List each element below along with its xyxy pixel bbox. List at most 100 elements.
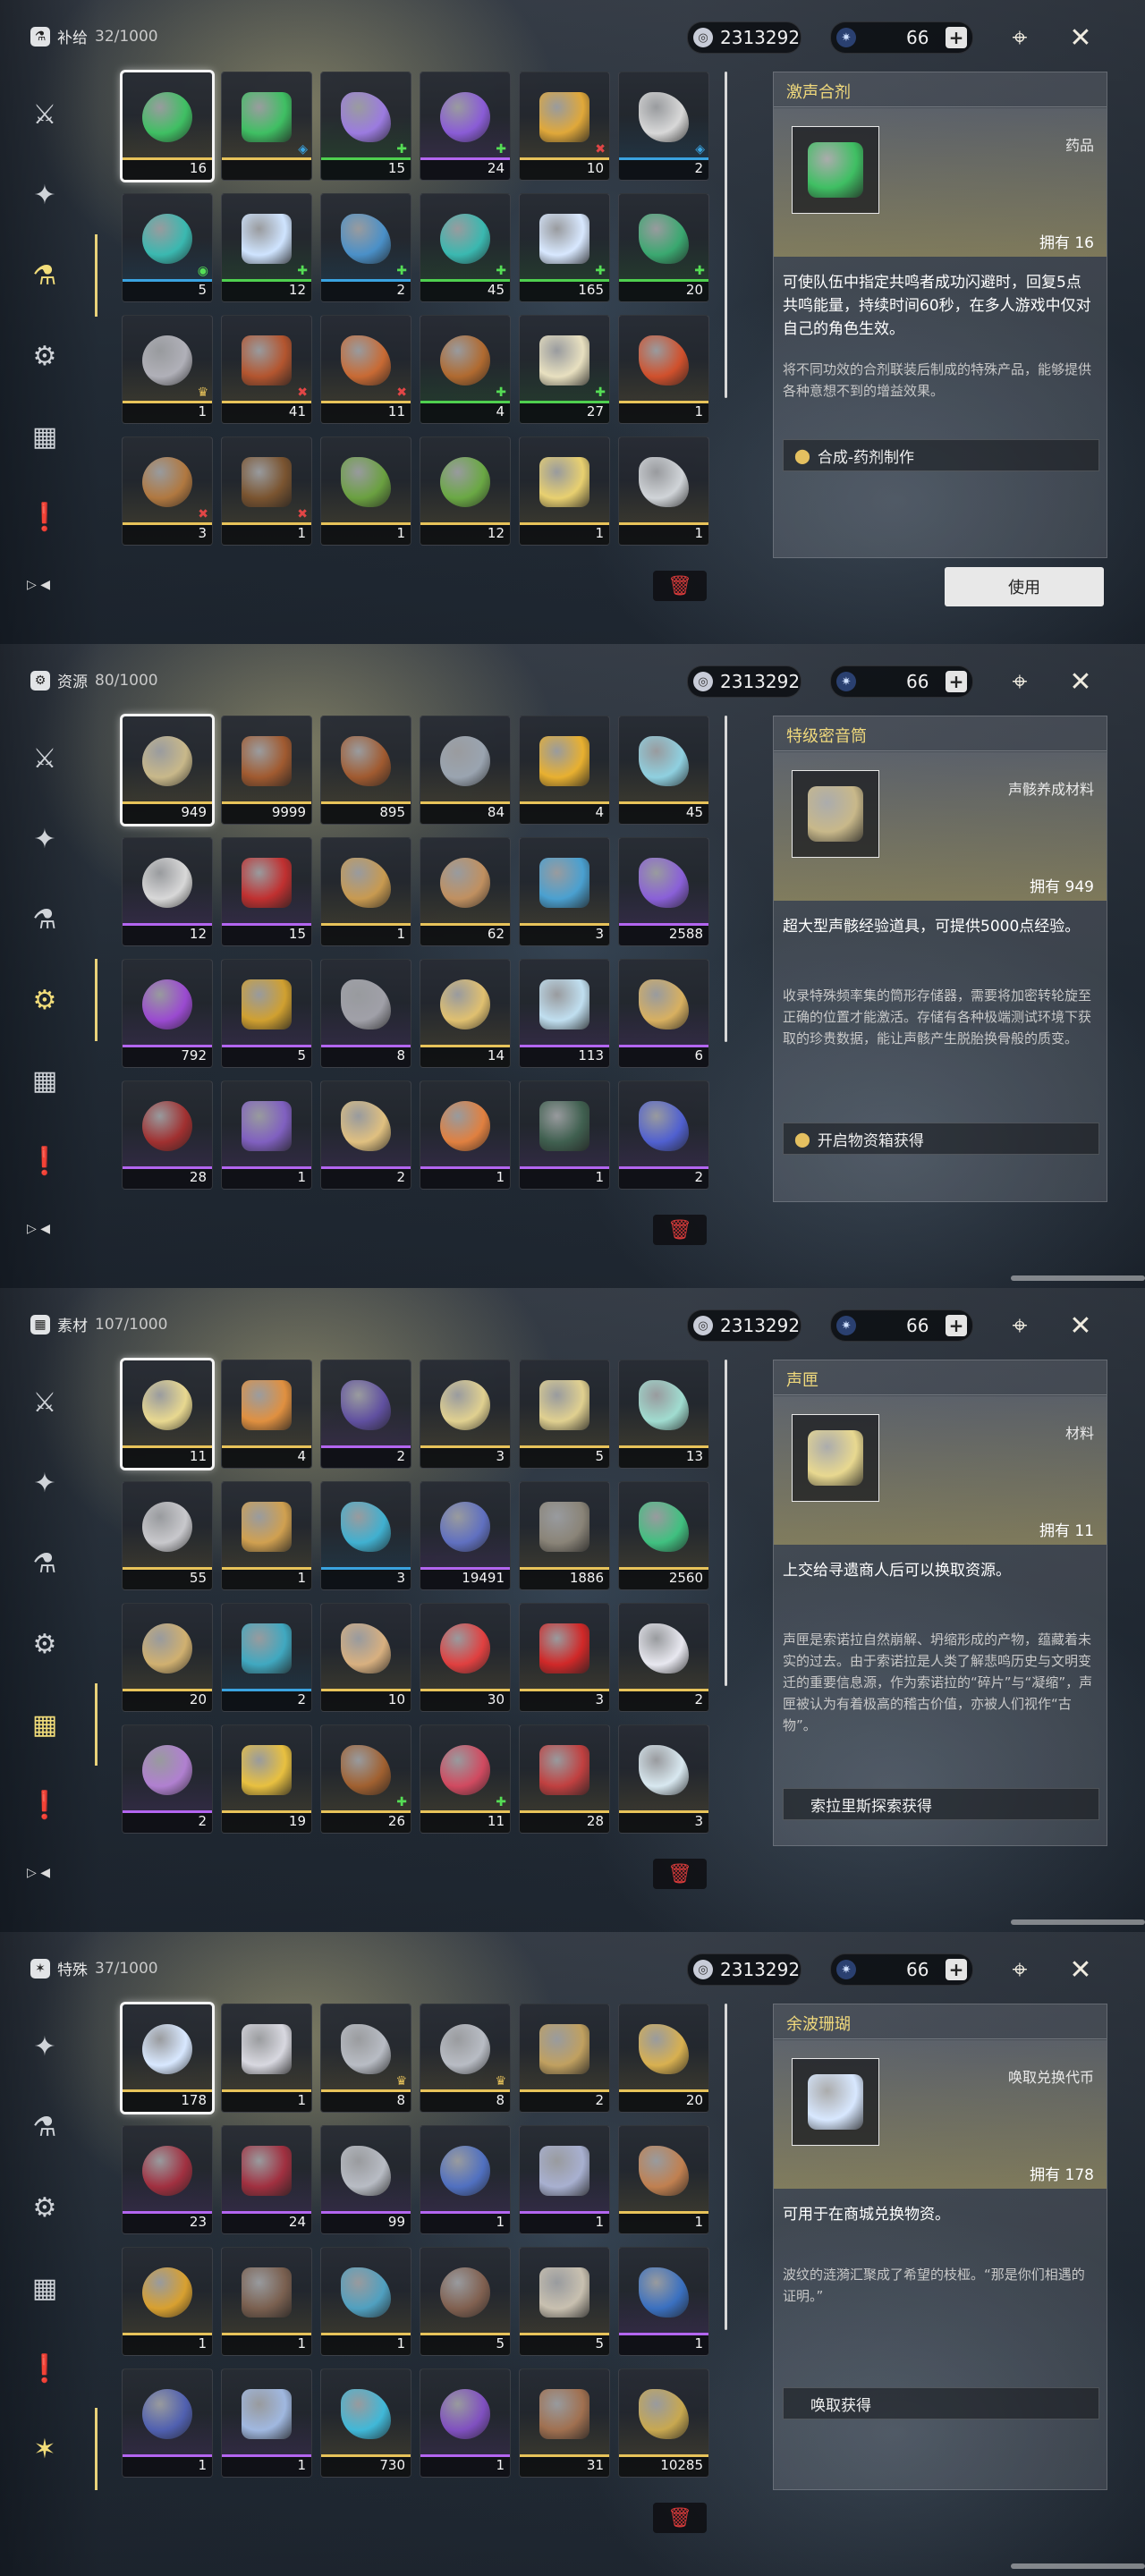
add-astrite-button[interactable]: + xyxy=(946,671,967,692)
item-slot[interactable]: 1 xyxy=(122,2368,213,2478)
item-slot[interactable]: 16 xyxy=(120,70,215,182)
item-slot[interactable]: 2 xyxy=(122,1724,213,1834)
item-slot[interactable]: 1 xyxy=(618,315,709,424)
item-slot[interactable]: 5 xyxy=(420,2247,511,2356)
target-icon[interactable]: ⌖ xyxy=(1002,664,1038,699)
item-slot[interactable]: 1 xyxy=(519,436,610,546)
source-button[interactable]: ⬤ 合成-药剂制作 xyxy=(783,439,1099,471)
item-slot[interactable]: 113 xyxy=(519,959,610,1068)
item-slot[interactable]: 1 xyxy=(122,2247,213,2356)
sort-toggle-icon[interactable]: ▷ ◀ xyxy=(27,578,50,592)
item-slot[interactable]: 1 xyxy=(618,2125,709,2234)
item-slot[interactable]: 8 xyxy=(320,959,411,1068)
item-slot[interactable]: 30 xyxy=(420,1603,511,1712)
item-slot[interactable]: ✖ 3 xyxy=(122,436,213,546)
echo-tab-icon[interactable]: ✦ xyxy=(23,2025,66,2068)
weapon-tab-icon[interactable]: ⚔ xyxy=(23,1381,66,1424)
item-slot[interactable]: 949 xyxy=(120,714,215,826)
item-slot[interactable]: 31 xyxy=(519,2368,610,2478)
special-tab-icon[interactable]: ✶ xyxy=(23,2428,66,2470)
item-slot[interactable]: 84 xyxy=(420,716,511,825)
target-icon[interactable]: ⌖ xyxy=(1002,1308,1038,1343)
item-slot[interactable]: 45 xyxy=(618,716,709,825)
item-slot[interactable]: ◈ 2 xyxy=(618,72,709,181)
item-slot[interactable]: 10285 xyxy=(618,2368,709,2478)
grid-scrollbar[interactable] xyxy=(725,1360,727,1686)
item-slot[interactable]: 62 xyxy=(420,837,511,946)
item-slot[interactable]: 55 xyxy=(122,1481,213,1590)
item-slot[interactable]: ✚ 26 xyxy=(320,1724,411,1834)
item-slot[interactable]: 4 xyxy=(221,1360,312,1469)
item-slot[interactable]: ✖ 41 xyxy=(221,315,312,424)
item-slot[interactable]: 20 xyxy=(122,1603,213,1712)
item-slot[interactable]: ✚ 15 xyxy=(320,72,411,181)
item-slot[interactable]: 20 xyxy=(618,2004,709,2113)
close-icon[interactable]: ✕ xyxy=(1063,1308,1098,1343)
item-slot[interactable]: 2 xyxy=(618,1603,709,1712)
source-button[interactable]: 索拉里斯探索获得 xyxy=(783,1788,1099,1820)
item-slot[interactable]: ✚ 4 xyxy=(420,315,511,424)
quest-item-tab-icon[interactable]: ❗ xyxy=(23,496,66,538)
item-slot[interactable]: ✚ 24 xyxy=(420,72,511,181)
item-slot[interactable]: 895 xyxy=(320,716,411,825)
resource-tab-icon[interactable]: ⚙ xyxy=(23,979,66,1021)
item-slot[interactable]: ✚ 45 xyxy=(420,193,511,302)
item-slot[interactable]: 3 xyxy=(320,1481,411,1590)
item-slot[interactable]: 1 xyxy=(221,1481,312,1590)
target-icon[interactable]: ⌖ xyxy=(1002,1952,1038,1987)
item-slot[interactable]: 178 xyxy=(120,2002,215,2114)
item-slot[interactable]: ♛ 1 xyxy=(122,315,213,424)
trash-icon[interactable]: 🗑 xyxy=(653,1215,707,1245)
item-slot[interactable]: 1 xyxy=(320,2247,411,2356)
quest-item-tab-icon[interactable]: ❗ xyxy=(23,2347,66,2390)
sort-toggle-icon[interactable]: ▷ ◀ xyxy=(27,1222,50,1236)
supply-tab-icon[interactable]: ⚗ xyxy=(23,254,66,297)
item-slot[interactable]: 5 xyxy=(519,2247,610,2356)
item-slot[interactable]: ✚ 2 xyxy=(320,193,411,302)
item-slot[interactable]: ✖ 1 xyxy=(221,436,312,546)
item-slot[interactable]: 28 xyxy=(519,1724,610,1834)
item-slot[interactable]: 99 xyxy=(320,2125,411,2234)
item-slot[interactable]: ✖ 11 xyxy=(320,315,411,424)
item-slot[interactable]: 792 xyxy=(122,959,213,1068)
item-slot[interactable]: 4 xyxy=(519,716,610,825)
item-slot[interactable]: 2 xyxy=(618,1080,709,1190)
item-slot[interactable]: 730 xyxy=(320,2368,411,2478)
item-slot[interactable]: 12 xyxy=(122,837,213,946)
item-slot[interactable]: 1 xyxy=(519,1080,610,1190)
material-tab-icon[interactable]: ▦ xyxy=(23,1059,66,1102)
close-icon[interactable]: ✕ xyxy=(1063,664,1098,699)
item-slot[interactable]: 1 xyxy=(618,436,709,546)
item-slot[interactable]: 1 xyxy=(420,1080,511,1190)
item-slot[interactable]: 1 xyxy=(519,2125,610,2234)
item-slot[interactable]: ◈ xyxy=(221,72,312,181)
item-slot[interactable]: 5 xyxy=(221,959,312,1068)
target-icon[interactable]: ⌖ xyxy=(1002,20,1038,55)
item-slot[interactable]: 2 xyxy=(320,1360,411,1469)
item-slot[interactable]: ♛ 8 xyxy=(320,2004,411,2113)
item-slot[interactable]: 1 xyxy=(420,2125,511,2234)
echo-tab-icon[interactable]: ✦ xyxy=(23,174,66,216)
item-slot[interactable]: 23 xyxy=(122,2125,213,2234)
trash-icon[interactable]: 🗑 xyxy=(653,1859,707,1889)
item-slot[interactable]: 3 xyxy=(420,1360,511,1469)
item-slot[interactable]: 2 xyxy=(221,1603,312,1712)
item-slot[interactable]: 1 xyxy=(320,436,411,546)
item-slot[interactable]: 1 xyxy=(221,2004,312,2113)
quest-item-tab-icon[interactable]: ❗ xyxy=(23,1140,66,1182)
quest-item-tab-icon[interactable]: ❗ xyxy=(23,1784,66,1826)
trash-icon[interactable]: 🗑 xyxy=(653,2503,707,2533)
item-slot[interactable]: 2588 xyxy=(618,837,709,946)
item-slot[interactable]: 2 xyxy=(320,1080,411,1190)
item-slot[interactable]: 1886 xyxy=(519,1481,610,1590)
resource-tab-icon[interactable]: ⚙ xyxy=(23,335,66,377)
close-icon[interactable]: ✕ xyxy=(1063,1952,1098,1987)
grid-scrollbar[interactable] xyxy=(725,2004,727,2330)
item-slot[interactable]: 14 xyxy=(420,959,511,1068)
resource-tab-icon[interactable]: ⚙ xyxy=(23,2186,66,2229)
add-astrite-button[interactable]: + xyxy=(946,27,967,48)
item-slot[interactable]: ✚ 12 xyxy=(221,193,312,302)
supply-tab-icon[interactable]: ⚗ xyxy=(23,1542,66,1585)
item-slot[interactable]: 1 xyxy=(221,2368,312,2478)
add-astrite-button[interactable]: + xyxy=(946,1959,967,1980)
